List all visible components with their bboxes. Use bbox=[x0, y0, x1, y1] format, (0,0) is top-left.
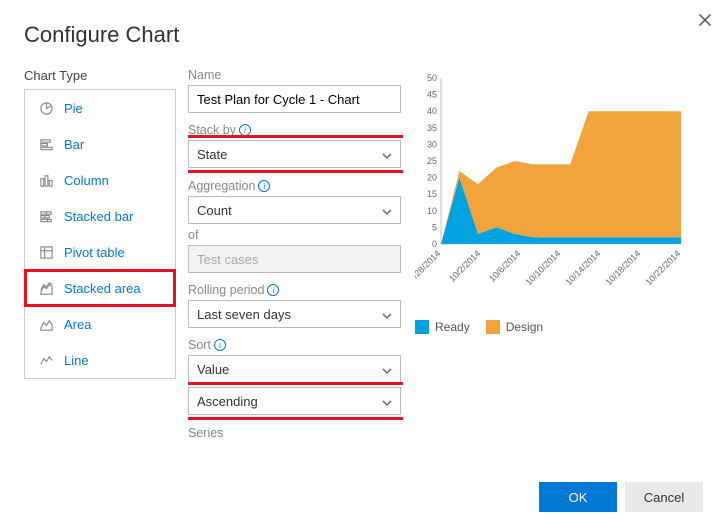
aggregation-of-select: Test cases bbox=[188, 245, 401, 273]
chart-type-area[interactable]: Area bbox=[25, 306, 175, 342]
dialog-content: Chart Type Pie Bar Column Stacked bar bbox=[24, 68, 703, 468]
stacked-area-icon bbox=[38, 280, 54, 296]
chart-legend: Ready Design bbox=[415, 320, 697, 334]
stack-by-select[interactable]: State bbox=[188, 140, 401, 168]
column-icon bbox=[38, 172, 54, 188]
aggregation-select[interactable]: Count bbox=[188, 196, 401, 224]
chevron-down-icon bbox=[382, 205, 392, 215]
chart-type-bar[interactable]: Bar bbox=[25, 126, 175, 162]
dialog-footer: OK Cancel bbox=[24, 468, 703, 528]
select-value: Count bbox=[197, 203, 232, 218]
chart-type-line[interactable]: Line bbox=[25, 342, 175, 378]
stacked-bar-icon bbox=[38, 208, 54, 224]
pie-icon bbox=[38, 100, 54, 116]
legend-swatch bbox=[415, 320, 429, 334]
bar-icon bbox=[38, 136, 54, 152]
area-icon bbox=[38, 316, 54, 332]
chart-type-column[interactable]: Column bbox=[25, 162, 175, 198]
chart-type-label-text: Stacked bar bbox=[64, 209, 133, 224]
legend-swatch bbox=[486, 320, 500, 334]
svg-text:10/18/2014: 10/18/2014 bbox=[603, 248, 642, 287]
svg-text:10/14/2014: 10/14/2014 bbox=[563, 248, 602, 287]
ok-button[interactable]: OK bbox=[539, 482, 617, 512]
stack-by-highlight: State bbox=[188, 135, 403, 173]
svg-text:10/2/2014: 10/2/2014 bbox=[447, 248, 482, 283]
close-icon bbox=[699, 14, 711, 26]
svg-text:30: 30 bbox=[427, 139, 437, 149]
chart-type-label-text: Line bbox=[64, 353, 89, 368]
chart-config-fields: Name Stack byi State Aggregationi Count … bbox=[188, 68, 403, 468]
select-value: Ascending bbox=[197, 394, 258, 409]
close-button[interactable] bbox=[695, 10, 715, 30]
chart-type-label-text: Stacked area bbox=[64, 281, 141, 296]
svg-text:35: 35 bbox=[427, 123, 437, 133]
info-icon[interactable]: i bbox=[214, 339, 226, 351]
stacked-area-chart: 051015202530354045509/28/201410/2/201410… bbox=[415, 72, 685, 302]
svg-text:10/22/2014: 10/22/2014 bbox=[643, 248, 682, 287]
svg-text:5: 5 bbox=[432, 222, 437, 232]
chart-type-pie[interactable]: Pie bbox=[25, 90, 175, 126]
svg-text:20: 20 bbox=[427, 173, 437, 183]
info-icon[interactable]: i bbox=[258, 180, 270, 192]
svg-text:45: 45 bbox=[427, 90, 437, 100]
series-label: Series bbox=[188, 426, 401, 440]
chart-type-label: Chart Type bbox=[24, 68, 176, 83]
configure-chart-dialog: Configure Chart Chart Type Pie Bar Colum… bbox=[0, 0, 727, 528]
sort-by-select[interactable]: Value bbox=[188, 355, 401, 383]
chevron-down-icon bbox=[382, 309, 392, 319]
legend-label: Ready bbox=[435, 320, 470, 334]
info-icon[interactable]: i bbox=[267, 284, 279, 296]
chart-preview-panel: 051015202530354045509/28/201410/2/201410… bbox=[415, 68, 703, 468]
svg-text:10/6/2014: 10/6/2014 bbox=[487, 248, 522, 283]
svg-text:50: 50 bbox=[427, 73, 437, 83]
select-value: Test cases bbox=[197, 252, 258, 267]
svg-text:40: 40 bbox=[427, 106, 437, 116]
name-label: Name bbox=[188, 68, 401, 82]
chart-type-label-text: Area bbox=[64, 317, 91, 332]
aggregation-label: Aggregationi bbox=[188, 179, 401, 193]
legend-label: Design bbox=[506, 320, 543, 334]
rolling-period-select[interactable]: Last seven days bbox=[188, 300, 401, 328]
chart-type-label-text: Bar bbox=[64, 137, 84, 152]
aggregation-of-label: of bbox=[188, 228, 401, 242]
svg-text:15: 15 bbox=[427, 189, 437, 199]
svg-text:25: 25 bbox=[427, 156, 437, 166]
legend-item-design: Design bbox=[486, 320, 543, 334]
chart-type-stacked-bar[interactable]: Stacked bar bbox=[25, 198, 175, 234]
sort-label: Sorti bbox=[188, 338, 401, 352]
dialog-title: Configure Chart bbox=[24, 22, 703, 48]
name-input[interactable] bbox=[188, 85, 401, 113]
chevron-down-icon bbox=[382, 396, 392, 406]
rolling-period-label: Rolling periodi bbox=[188, 283, 401, 297]
chart-type-stacked-area[interactable]: Stacked area bbox=[25, 270, 175, 306]
select-value: Value bbox=[197, 362, 229, 377]
chart-type-label-text: Column bbox=[64, 173, 109, 188]
chevron-down-icon bbox=[382, 364, 392, 374]
chart-type-label-text: Pivot table bbox=[64, 245, 125, 260]
cancel-button[interactable]: Cancel bbox=[625, 482, 703, 512]
chart-type-label-text: Pie bbox=[64, 101, 83, 116]
select-value: State bbox=[197, 147, 227, 162]
svg-text:10/10/2014: 10/10/2014 bbox=[523, 248, 562, 287]
chart-preview: 051015202530354045509/28/201410/2/201410… bbox=[415, 72, 685, 302]
svg-text:10: 10 bbox=[427, 206, 437, 216]
chart-type-panel: Chart Type Pie Bar Column Stacked bar bbox=[24, 68, 176, 468]
chart-type-pivot-table[interactable]: Pivot table bbox=[25, 234, 175, 270]
chevron-down-icon bbox=[382, 149, 392, 159]
sort-direction-select[interactable]: Ascending bbox=[188, 387, 401, 415]
pivot-table-icon bbox=[38, 244, 54, 260]
chart-type-list: Pie Bar Column Stacked bar Pivot table bbox=[24, 89, 176, 379]
svg-text:9/28/2014: 9/28/2014 bbox=[415, 248, 442, 283]
sort-direction-highlight: Ascending bbox=[188, 382, 403, 420]
select-value: Last seven days bbox=[197, 307, 291, 322]
line-icon bbox=[38, 352, 54, 368]
legend-item-ready: Ready bbox=[415, 320, 470, 334]
svg-text:0: 0 bbox=[432, 239, 437, 249]
